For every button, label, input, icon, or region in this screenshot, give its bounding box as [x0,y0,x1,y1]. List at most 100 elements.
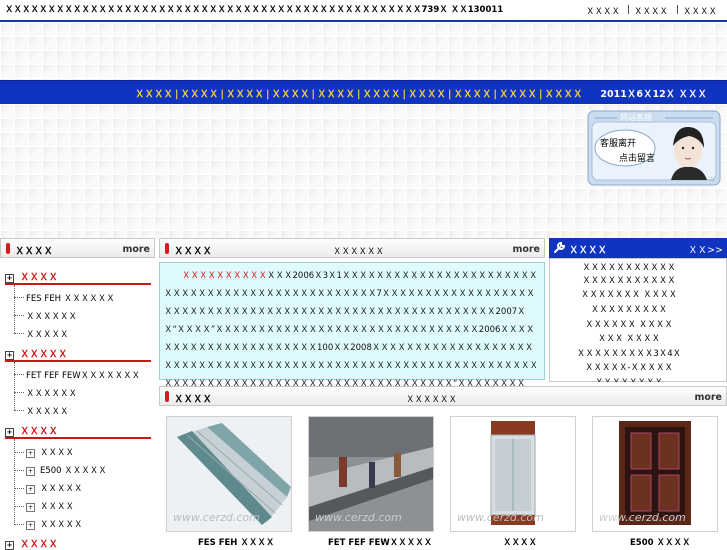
product-card[interactable]: www.cerzd.com [592,416,718,532]
sidebar-title: ＸＸＸＸ [15,246,54,257]
product-card[interactable]: www.cerzd.com [308,416,434,532]
intro-subtitle: ＸＸＸＸＸＸ [333,247,385,257]
service-line[interactable]: ＸＸＸ ＸＸＸＸ [540,332,718,344]
category-header[interactable]: + ＸＸＸＸ [5,423,58,437]
intro-title: ＸＸＸＸ [174,246,213,257]
category-item[interactable]: + E500 ＸＸＸＸＸ [26,464,107,476]
top-link-separator: | [627,5,630,15]
category-item[interactable]: FET FEF FEWＸＸＸＸＸＸＸ [26,369,140,381]
chat-leave-message-button[interactable]: 点击留言 [619,151,655,164]
service-list: ＸＸＸＸＸＸＸＸＸＸＸ ＸＸＸＸＸＸＸＸＸＸＸ ＸＸＸＸＸＸＸ ＸＸＸＸ ＸＸＸ… [549,258,727,382]
nav-items: ＸＸＸＸ | ＸＸＸＸ | ＸＸＸＸ | ＸＸＸＸ | ＸＸＸＸ | ＸＸＸＸ | ＸＸＸＸ | ＸＸＸＸ |… [135,89,583,100]
nav-item[interactable]: ＸＸＸＸ [226,89,264,100]
top-link-separator: | [676,5,679,15]
category-item[interactable]: + ＸＸＸＸ [26,500,74,512]
intro-more-link[interactable]: more [512,244,540,255]
company-intro: ＸＸＸＸＸＸＸＸＸＸＸＸＸ2006Ｘ3Ｘ1ＸＸＸＸＸＸＸＸＸＸＸＸＸＸＸＸＸＸＸ… [159,262,545,407]
service-line[interactable]: ＸＸＸＸＸＸＸＸ [540,376,718,382]
tree-line [14,315,24,316]
service-line[interactable]: ＸＸＸＸＸＸＸ ＸＸＸＸ [540,288,718,300]
header-marker-icon [165,391,169,402]
wrench-icon [554,241,566,253]
service-line[interactable]: ＸＸＸＸＸ-ＸＸＸＸＸ [540,361,718,373]
tree-line [14,506,24,507]
category-header[interactable]: + ＸＸＸＸ [5,269,58,283]
products-title: ＸＸＸＸ [174,394,213,405]
expand-icon[interactable]: + [5,351,14,360]
expand-icon[interactable]: + [5,428,14,437]
nav-item[interactable]: ＸＸＸＸ [408,89,446,100]
service-line[interactable]: ＸＸＸＸＸＸＸＸＸ3Ｘ4Ｘ [540,347,718,359]
top-link-home[interactable]: ＸＸＸＸ [586,5,620,17]
nav-item[interactable]: ＸＸＸＸ [499,89,537,100]
products-subtitle: ＸＸＸＸＸＸ [406,395,458,405]
nav-item[interactable]: ＸＸＸＸ [181,89,219,100]
expand-icon[interactable]: + [5,541,14,550]
service-line[interactable]: ＸＸＸＸＸＸＸＸＸ [540,303,718,315]
category-header[interactable]: + ＸＸＸＸ [5,536,58,550]
tree-line [14,285,16,333]
product-card[interactable]: www.cerzd.com [450,416,576,532]
tree-line [14,374,24,375]
category-item[interactable]: ＸＸＸＸＸ [26,405,69,417]
service-title: ＸＸＸＸ [569,245,608,256]
top-link-contact[interactable]: ＸＸＸＸ [683,5,717,17]
category-item[interactable]: ＸＸＸＸＸＸ [26,310,77,322]
expand-icon[interactable]: + [26,503,35,512]
category-item[interactable]: ＸＸＸＸＸＸ [26,387,77,399]
tree-line [14,333,24,334]
category-item-label: ＸＸＸＸ [40,502,75,512]
current-date: 2011Ｘ6Ｘ12Ｘ ＸＸＸ [600,89,707,100]
customer-service-widget[interactable]: 网站客服 客服离开 点击留言 ∴ [587,110,721,186]
image-watermark: www.cerzd.com [315,511,402,524]
image-watermark: www.cerzd.com [173,511,260,524]
category-item[interactable]: ＸＸＸＸＸ [26,328,69,340]
category-item[interactable]: FES FEH ＸＸＸＸＸＸ [26,292,115,304]
category-item[interactable]: + ＸＸＸＸＸ [26,482,83,494]
image-watermark: www.cerzd.com [457,511,544,524]
nav-item[interactable]: ＸＸＸＸ [363,89,401,100]
service-line[interactable]: ＸＸＸＸＸＸ ＸＸＸＸ [540,318,718,330]
top-link-favorite[interactable]: ＸＸＸＸ [634,5,668,17]
chat-dots-icon: ∴ [710,176,714,183]
divider [5,437,151,439]
category-header[interactable]: + ＸＸＸＸＸ [5,346,68,360]
product-card[interactable]: www.cerzd.com [166,416,292,532]
divider [5,283,151,285]
service-line[interactable]: ＸＸＸＸＸＸＸＸＸＸＸ [540,274,718,286]
tree-line [14,524,24,525]
nav-item[interactable]: ＸＸＸＸ [454,89,492,100]
tree-line [14,297,24,298]
category-item[interactable]: + ＸＸＸＸ [26,446,74,458]
service-more-link[interactable]: ＸＸ>> [688,242,723,256]
expand-icon[interactable]: + [26,449,35,458]
nav-item[interactable]: ＸＸＸＸ [545,89,583,100]
nav-item[interactable]: ＸＸＸＸ [272,89,310,100]
tree-line [14,392,24,393]
tree-line [14,470,24,471]
header-banner [0,22,727,80]
expand-icon[interactable]: + [5,274,14,283]
expand-icon[interactable]: + [26,521,35,530]
sidebar-more-link[interactable]: more [122,244,150,255]
product-caption[interactable]: FET FEF FEWＸＸＸＸＸ [328,536,432,548]
nav-item[interactable]: ＸＸＸＸ [135,89,173,100]
expand-icon[interactable]: + [26,485,35,494]
divider [5,360,151,362]
expand-icon[interactable]: + [26,467,35,476]
category-item[interactable]: + ＸＸＸＸＸ [26,518,83,530]
product-caption[interactable]: ＸＸＸＸ [503,536,537,548]
image-watermark: www.cerzd.com [599,511,686,524]
product-caption[interactable]: E500 ＸＸＸＸ [630,536,691,548]
intro-company-name[interactable]: ＸＸＸＸＸＸＸＸＸＸ [182,271,267,281]
category-label: ＸＸＸＸＸ [20,349,68,360]
nav-item[interactable]: ＸＸＸＸ [317,89,355,100]
main-nav: ＸＸＸＸ | ＸＸＸＸ | ＸＸＸＸ | ＸＸＸＸ | ＸＸＸＸ | ＸＸＸＸ | ＸＸＸＸ | ＸＸＸＸ |… [0,80,727,106]
category-item-label: ＸＸＸＸＸ [40,520,83,530]
service-line[interactable]: ＸＸＸＸＸＸＸＸＸＸＸ [540,261,718,273]
products-more-link[interactable]: more [694,392,722,403]
product-caption[interactable]: FES FEH ＸＸＸＸ [198,536,274,548]
header-marker-icon [6,243,10,254]
service-header: ＸＸＸＸ ＸＸ>> [549,238,727,258]
header-marker-icon [165,243,169,254]
